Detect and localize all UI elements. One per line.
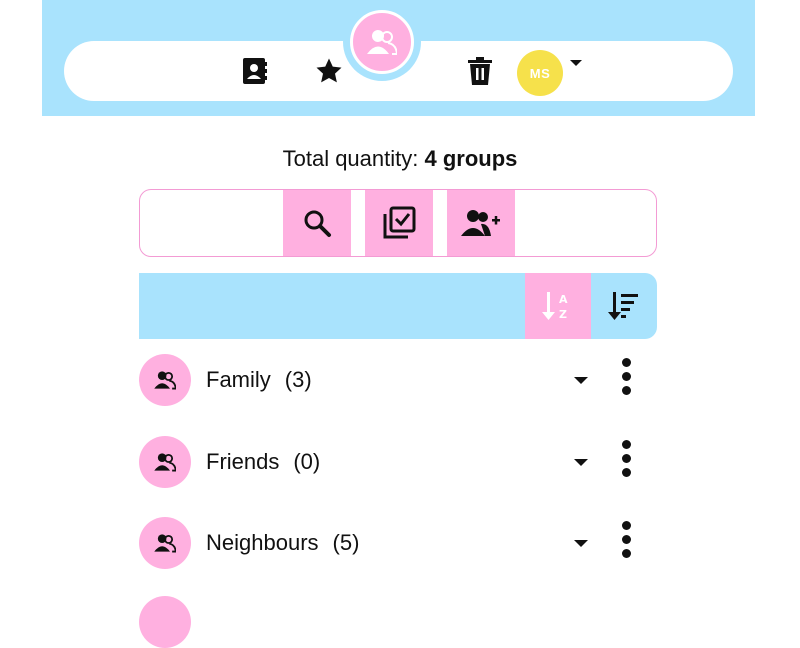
group-name: Friends (0) [206, 449, 320, 475]
total-label: Total quantity: [282, 146, 419, 171]
group-count: (3) [284, 367, 312, 392]
more-options-icon[interactable] [615, 440, 639, 480]
sort-bar: A Z [139, 273, 657, 339]
address-book-icon[interactable] [237, 53, 273, 89]
trash-icon[interactable] [462, 53, 498, 89]
users-icon [367, 30, 397, 55]
group-name: Neighbours (5) [206, 530, 359, 556]
chevron-down-icon[interactable] [570, 60, 582, 66]
more-options-icon[interactable] [615, 358, 639, 398]
svg-text:Z: Z [559, 308, 567, 321]
sort-alpha-icon: A Z [542, 292, 568, 321]
user-initials: MS [529, 65, 551, 81]
header-bar: MS [42, 0, 755, 116]
list-item[interactable]: Family (3) [139, 354, 657, 408]
group-label: Friends [206, 449, 280, 474]
total-quantity: Total quantity: 4 groups [0, 146, 800, 172]
group-avatar[interactable] [139, 596, 191, 648]
users-icon [154, 453, 176, 472]
sort-list-button[interactable] [591, 273, 657, 339]
center-avatar-ring [343, 3, 421, 81]
add-user-icon [461, 210, 500, 236]
more-options-icon[interactable] [615, 521, 639, 561]
group-label: Neighbours [206, 530, 319, 555]
chevron-down-icon[interactable] [574, 459, 588, 466]
list-item[interactable]: Neighbours (5) [139, 517, 657, 571]
total-value: 4 groups [424, 146, 518, 171]
search-button[interactable] [283, 190, 351, 256]
users-icon [154, 371, 176, 390]
add-user-button[interactable] [447, 190, 515, 256]
chevron-down-icon[interactable] [574, 540, 588, 547]
action-toolbar [139, 189, 657, 257]
select-multiple-button[interactable] [365, 190, 433, 256]
chevron-down-icon[interactable] [574, 377, 588, 384]
groups-home-button[interactable] [350, 10, 414, 74]
search-icon [304, 210, 331, 237]
list-item[interactable]: Friends (0) [139, 436, 657, 490]
sort-alpha-button[interactable]: A Z [525, 273, 591, 339]
group-label: Family [206, 367, 271, 392]
group-avatar [139, 354, 191, 406]
group-avatar [139, 436, 191, 488]
sort-list-icon [608, 292, 638, 320]
star-icon[interactable] [311, 53, 347, 89]
users-icon [154, 534, 176, 553]
group-avatar [139, 517, 191, 569]
select-multiple-icon [383, 206, 416, 239]
user-avatar[interactable]: MS [517, 50, 563, 96]
group-count: (0) [293, 449, 321, 474]
svg-text:A: A [559, 293, 568, 306]
group-count: (5) [332, 530, 360, 555]
group-name: Family (3) [206, 367, 312, 393]
